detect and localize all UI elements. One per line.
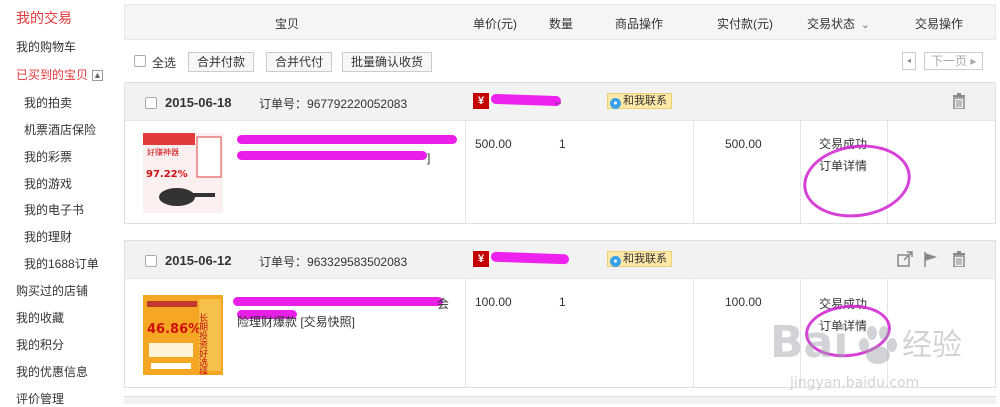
thumb-text: 长期投资好选择 <box>197 312 208 375</box>
order-date: 2015-06-12 <box>165 253 232 268</box>
quantity: 1 <box>559 295 566 309</box>
contact-label: 和我联系 <box>623 253 667 265</box>
trash-icon[interactable] <box>951 93 967 113</box>
contact-seller-button[interactable]: ● 和我联系 <box>607 93 672 109</box>
select-all-checkbox[interactable] <box>134 55 146 67</box>
order-header: 2015-06-18 订单号：967792220052083 ¥ .. ● 和我联… <box>125 83 995 121</box>
contact-label: 和我联系 <box>623 95 667 107</box>
sidebar-item-finance[interactable]: 我的理财 <box>24 228 72 245</box>
redacted-title <box>237 151 427 160</box>
sidebar-item-shops[interactable]: 购买过的店铺 <box>16 282 88 299</box>
sidebar-item-1688[interactable]: 我的1688订单 <box>24 255 99 272</box>
product-title-line2[interactable]: 险理财爆款 [交易快照] <box>237 313 355 330</box>
chevron-down-icon[interactable]: ⌄ <box>861 20 869 31</box>
merge-proxy-pay-button[interactable]: 合并代付 <box>266 52 333 72</box>
column-status[interactable]: 交易状态 ⌄ <box>807 15 869 32</box>
thumb-text: 46.86% <box>147 322 201 337</box>
paid-amount: 100.00 <box>725 295 762 309</box>
flag-icon[interactable] <box>923 251 939 271</box>
order-row: 好赚神器 97.22% ] 500.00 1 500.00 交易成功 订单详情 <box>125 121 995 225</box>
order-card: 2015-06-18 订单号：967792220052083 ¥ .. ● 和我联… <box>124 82 996 225</box>
product-thumbnail[interactable]: 好赚神器 97.22% <box>143 133 223 213</box>
thumb-text: 好赚神器 <box>147 147 179 157</box>
order-number: 订单号：967792220052083 <box>259 95 407 112</box>
order-checkbox[interactable] <box>145 97 157 109</box>
order-number-value: 967792220052083 <box>307 97 408 111</box>
sidebar-item-games[interactable]: 我的游戏 <box>24 175 72 192</box>
thumb-text: 97.22% <box>146 169 188 180</box>
order-header: 2015-06-12 订单号：963329583502083 ¥ ● 和我联系 <box>125 241 995 279</box>
prev-page-button[interactable]: ◂ <box>902 52 916 70</box>
sidebar-item-bought[interactable]: 已买到的宝贝 ▲ <box>16 66 104 83</box>
redacted-title <box>237 135 457 144</box>
product-thumbnail[interactable]: 46.86% 长期投资好选择 <box>143 295 223 375</box>
sidebar-item-reviews[interactable]: 评价管理 <box>16 390 64 407</box>
shop-name-ellipsis: .. <box>555 93 562 107</box>
batch-confirm-button[interactable]: 批量确认收货 <box>342 52 433 72</box>
quantity: 1 <box>559 137 566 151</box>
column-paid: 实付款(元) <box>717 17 773 31</box>
order-number: 订单号：963329583502083 <box>259 253 407 270</box>
shop-icon[interactable]: ¥ <box>473 251 489 267</box>
order-checkbox[interactable] <box>145 255 157 267</box>
redacted-shop-name <box>490 251 570 265</box>
redacted-shop-name <box>490 93 562 107</box>
chat-icon: ● <box>610 98 621 109</box>
collapse-icon[interactable]: ▲ <box>92 70 104 82</box>
column-status-label: 交易状态 <box>807 17 856 31</box>
trash-icon[interactable] <box>951 251 967 271</box>
unit-price: 100.00 <box>475 295 512 309</box>
unit-price: 500.00 <box>475 137 512 151</box>
order-number-label: 订单号： <box>259 255 308 269</box>
column-ops: 交易操作 <box>915 17 964 31</box>
sidebar-item-cart[interactable]: 我的购物车 <box>16 38 76 55</box>
sidebar-item-ebooks[interactable]: 我的电子书 <box>24 201 84 218</box>
order-date: 2015-06-18 <box>165 95 232 110</box>
sidebar-item-favorites[interactable]: 我的收藏 <box>16 309 64 326</box>
redacted-title <box>233 297 443 306</box>
sidebar-item-auction[interactable]: 我的拍卖 <box>24 94 72 111</box>
watermark-logo: Bai 经验 jingyan.baidu.com <box>770 305 990 400</box>
sidebar-item-lottery[interactable]: 我的彩票 <box>24 148 72 165</box>
table-header: 宝贝 单价(元) 数量 商品操作 实付款(元) 交易状态 ⌄ 交易操作 <box>124 4 996 40</box>
chat-icon: ● <box>610 256 621 267</box>
next-page-button[interactable]: 下一页 ▸ <box>924 52 984 70</box>
watermark-url: jingyan.baidu.com <box>789 375 919 391</box>
shop-icon[interactable]: ¥ <box>473 93 489 109</box>
sidebar-item-travel[interactable]: 机票酒店保险 <box>24 121 96 138</box>
share-icon[interactable] <box>897 251 913 271</box>
paid-amount: 500.00 <box>725 137 762 151</box>
sidebar-item-points[interactable]: 我的积分 <box>16 336 64 353</box>
merge-pay-button[interactable]: 合并付款 <box>188 52 255 72</box>
watermark-brand: Bai <box>770 317 848 368</box>
order-number-label: 订单号： <box>259 97 308 111</box>
annotation-circle <box>798 137 916 225</box>
select-all-label: 全选 <box>152 56 177 70</box>
watermark-brand2: 经验 <box>902 328 962 363</box>
product-title-tail[interactable]: ] <box>427 151 430 165</box>
batch-action-bar: 全选 合并付款 合并代付 批量确认收货 ◂ 下一页 ▸ <box>124 48 996 74</box>
sidebar-item-coupons[interactable]: 我的优惠信息 <box>16 363 88 380</box>
column-quantity: 数量 <box>549 17 574 31</box>
contact-seller-button[interactable]: ● 和我联系 <box>607 251 672 267</box>
product-title-tail[interactable]: 会 <box>437 295 449 312</box>
sidebar-item-my-trades[interactable]: 我的交易 <box>16 8 72 28</box>
column-unit-price: 单价(元) <box>473 17 517 31</box>
column-item-ops: 商品操作 <box>615 17 664 31</box>
order-number-value: 963329583502083 <box>307 255 408 269</box>
column-item: 宝贝 <box>275 17 300 31</box>
sidebar-item-label: 已买到的宝贝 <box>16 68 89 82</box>
sidebar: 我的交易 我的购物车 已买到的宝贝 ▲ 我的拍卖 机票酒店保险 我的彩票 我的游戏… <box>0 0 118 407</box>
